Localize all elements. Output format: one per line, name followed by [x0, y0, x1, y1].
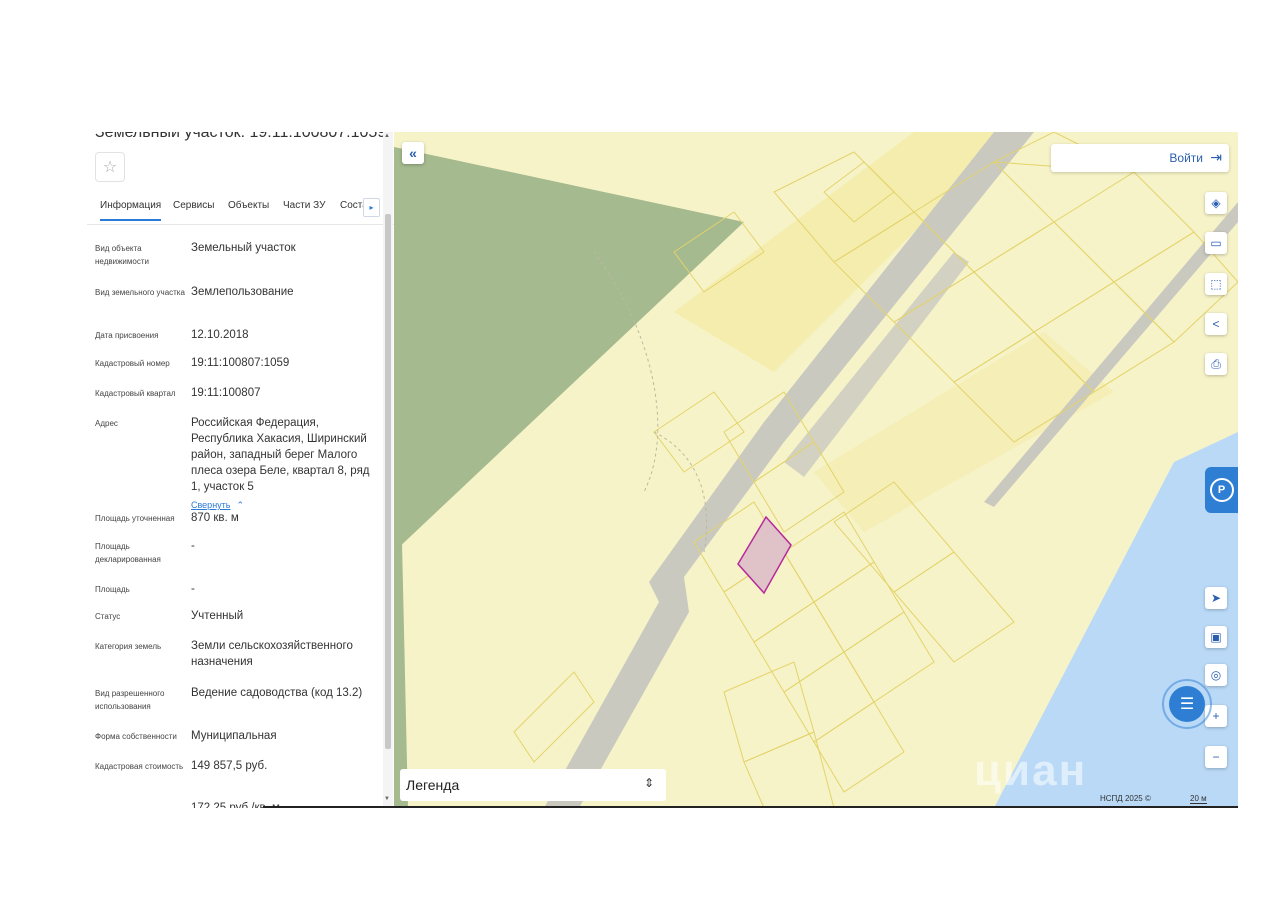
minimap-icon[interactable]: ▣ [1205, 626, 1227, 648]
address-value-block: Российская Федерация, Республика Хакасия… [191, 415, 381, 513]
scroll-down-icon[interactable]: ▼ [384, 796, 390, 802]
row-value: 19:11:100807:1059 [191, 357, 290, 369]
map-drawing [394, 132, 1238, 808]
row-label: Кадастровый квартал [95, 389, 176, 398]
layers-icon[interactable]: ◈ [1205, 192, 1227, 214]
scrollbar-thumb[interactable] [385, 214, 391, 749]
row-value: 149 857,5 руб. [191, 760, 268, 772]
login-button[interactable]: Войти ⇥ [1051, 144, 1229, 172]
tab-parts[interactable]: Части ЗУ [283, 200, 325, 211]
locate-icon[interactable]: ➤ [1205, 587, 1227, 609]
row-value: - [191, 583, 195, 595]
row-value: 12.10.2018 [191, 329, 249, 341]
row-label: Кадастровый номер [95, 359, 170, 368]
scale-bar: 20 м [1190, 794, 1207, 804]
row-label: Вид объекта недвижимости [95, 244, 149, 266]
scroll-up-icon[interactable]: ▲ [384, 133, 390, 139]
row-label: Площадь [95, 585, 130, 594]
app-frame: Земельный участок: 19:11:100807:1059 ☆ И… [87, 132, 1238, 808]
panel-scrollbar[interactable]: ▲ ▼ [383, 132, 393, 808]
row-value: Землепользование [191, 286, 294, 298]
panel-title: Земельный участок: 19:11:100807:1059 [95, 132, 387, 141]
tabs-bar: Информация Сервисы Объекты Части ЗУ Сост… [87, 194, 394, 225]
row-value: Учтенный [191, 610, 244, 622]
area-select-icon[interactable]: ⬚ [1205, 273, 1227, 295]
row-label: Дата присвоения [95, 331, 159, 340]
ruler-icon[interactable]: ▭ [1205, 232, 1227, 254]
tab-objects[interactable]: Объекты [228, 200, 269, 211]
row-value: 870 кв. м [191, 512, 239, 524]
row-label: Статус [95, 612, 121, 621]
legend-label: Легенда [406, 777, 460, 793]
collapse-panel-button[interactable]: « [402, 142, 424, 164]
print-icon[interactable]: ⎙ [1205, 353, 1227, 375]
row-value: Земельный участок [191, 242, 296, 254]
legend-dropdown[interactable]: Легенда ⇕ [400, 769, 666, 801]
row-value: Российская Федерация, Республика Хакасия… [191, 417, 370, 493]
row-value: Муниципальная [191, 730, 277, 742]
chat-button[interactable]: ☰ [1162, 679, 1212, 729]
star-icon[interactable]: ☆ [95, 152, 125, 182]
watermark-text: циан [974, 746, 1088, 795]
login-label: Войти [1169, 151, 1203, 165]
row-label: Кадастровая стоимость [95, 762, 184, 771]
tab-services[interactable]: Сервисы [173, 200, 214, 211]
bottom-divider [263, 806, 1238, 808]
row-label: Форма собственности [95, 732, 177, 741]
chat-icon: ☰ [1169, 686, 1205, 722]
row-label: Площадь уточненная [95, 514, 175, 523]
row-label: Категория земель [95, 642, 162, 651]
info-panel: Земельный участок: 19:11:100807:1059 ☆ И… [87, 132, 394, 808]
login-arrow-icon: ⇥ [1210, 149, 1222, 165]
row-label: Вид земельного участка [95, 288, 185, 297]
row-value: Ведение садоводства (код 13.2) [191, 687, 363, 699]
row-value: 19:11:100807 [191, 387, 261, 399]
zoom-out-icon[interactable]: − [1205, 746, 1227, 768]
share-icon[interactable]: < [1205, 313, 1227, 335]
row-label: Площадь декларированная [95, 542, 161, 564]
chevron-updown-icon: ⇕ [643, 776, 654, 790]
copyright-text: НСПД 2025 © [1100, 794, 1151, 803]
rosreestr-logo-icon: Р [1209, 478, 1234, 502]
row-value: - [191, 540, 195, 552]
tab-information[interactable]: Информация [100, 200, 162, 221]
rosreestr-logo-button[interactable]: Р [1205, 467, 1238, 513]
row-label: Вид разрешенного использования [95, 689, 165, 711]
row-value: Земли сельскохозяйственного назначения [191, 640, 353, 668]
chevron-right-icon[interactable]: ▸ [363, 198, 380, 217]
map-canvas[interactable]: циан « Войти ⇥ ◈ ▭ ⬚ < ⎙ Р ➤ ▣ ◎ + − ☰ Л… [394, 132, 1238, 808]
row-label: Адрес [95, 419, 118, 428]
